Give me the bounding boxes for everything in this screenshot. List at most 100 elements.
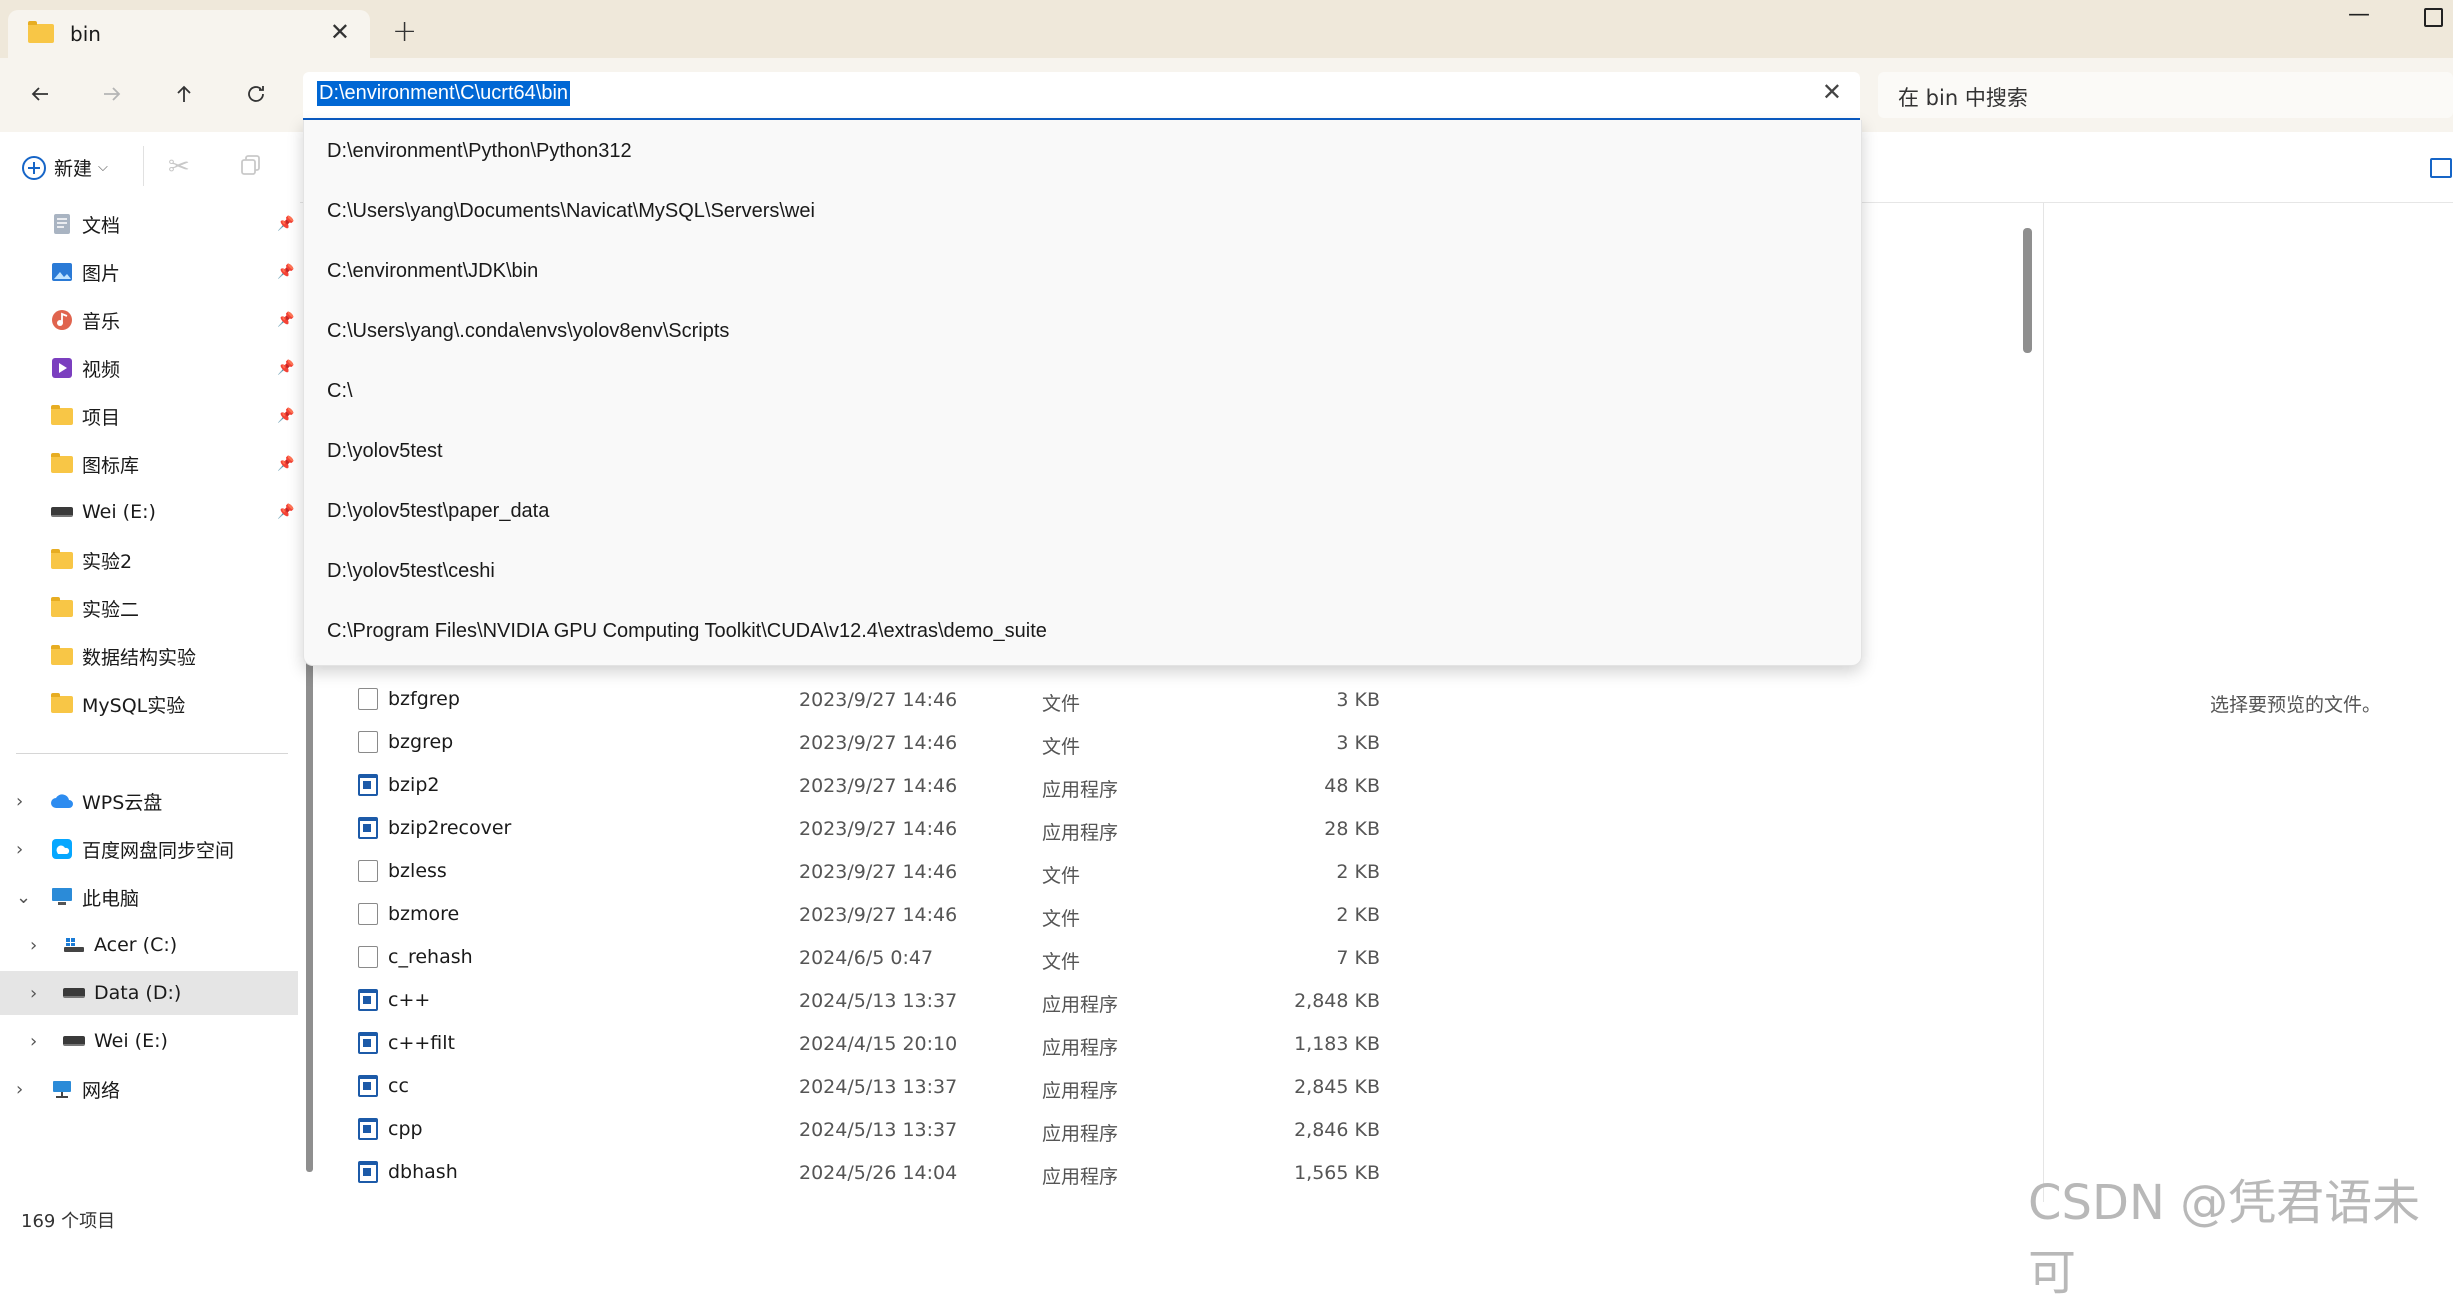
pin-icon[interactable]: 📌 xyxy=(277,312,294,328)
pin-icon[interactable]: 📌 xyxy=(277,456,294,472)
history-item[interactable]: D:\yolov5test\ceshi xyxy=(327,560,1827,600)
copy-icon[interactable] xyxy=(240,154,262,176)
sidebar-item-documents[interactable]: 文档 📌 xyxy=(0,202,300,246)
file-name: bzgrep xyxy=(388,731,454,753)
sidebar-item-projects[interactable]: 项目 📌 xyxy=(0,394,300,438)
folder-icon xyxy=(51,548,73,569)
file-name: bzip2 xyxy=(388,774,440,796)
videos-icon xyxy=(50,357,74,379)
history-item[interactable]: C:\Users\yang\Documents\Navicat\MySQL\Se… xyxy=(327,200,1827,240)
history-item[interactable]: C:\environment\JDK\bin xyxy=(327,260,1827,300)
address-input[interactable]: D:\environment\C\ucrt64\bin xyxy=(317,81,571,106)
file-row[interactable]: c_rehash 2024/6/5 0:47 文件 7 KB xyxy=(340,936,1380,979)
chevron-right-icon[interactable]: › xyxy=(16,1079,23,1100)
file-name: dbhash xyxy=(388,1161,458,1183)
file-row[interactable]: bzmore 2023/9/27 14:46 文件 2 KB xyxy=(340,893,1380,936)
file-row[interactable]: cpp 2024/5/13 13:37 应用程序 2,846 KB xyxy=(340,1108,1380,1151)
sidebar-item-wps-cloud[interactable]: › WPS云盘 xyxy=(0,779,300,823)
minimize-window-button[interactable]: — xyxy=(2348,2,2370,27)
sidebar-item-wei-e[interactable]: › Wei (E:) xyxy=(0,1019,300,1063)
sidebar-item-network[interactable]: › 网络 xyxy=(0,1067,300,1111)
sidebar-item-data-d[interactable]: › Data (D:) xyxy=(0,971,298,1015)
file-row[interactable]: bzfgrep 2023/9/27 14:46 文件 3 KB xyxy=(340,678,1380,721)
forward-button[interactable] xyxy=(90,72,134,116)
folder-icon xyxy=(51,596,73,617)
tab-bin[interactable]: bin ✕ xyxy=(8,10,370,58)
file-size: 1,183 KB xyxy=(1294,1033,1380,1055)
arrow-right-icon xyxy=(104,87,121,101)
maximize-window-button[interactable] xyxy=(2424,8,2443,27)
back-button[interactable] xyxy=(18,72,62,116)
sidebar-item-label: 百度网盘同步空间 xyxy=(82,839,235,862)
new-tab-button[interactable]: + xyxy=(392,14,417,49)
pin-icon[interactable]: 📌 xyxy=(277,360,294,376)
file-date: 2023/9/27 14:46 xyxy=(799,732,958,754)
sidebar-item-this-pc[interactable]: ⌄ 此电脑 xyxy=(0,875,300,919)
chevron-down-icon[interactable]: ⌄ xyxy=(16,887,31,908)
clear-address-icon[interactable]: ✕ xyxy=(1822,78,1842,106)
file-row[interactable]: c++filt 2024/4/15 20:10 应用程序 1,183 KB xyxy=(340,1022,1380,1065)
pin-icon[interactable]: 📌 xyxy=(277,408,294,424)
pin-icon[interactable]: 📌 xyxy=(277,264,294,280)
cut-icon[interactable]: ✂ xyxy=(168,152,190,182)
application-icon xyxy=(358,989,378,1011)
history-item[interactable]: C:\Users\yang\.conda\envs\yolov8env\Scri… xyxy=(327,320,1827,360)
application-icon xyxy=(358,1032,378,1054)
chevron-right-icon[interactable]: › xyxy=(30,935,37,956)
file-date: 2024/5/13 13:37 xyxy=(799,1119,958,1141)
file-size: 2,845 KB xyxy=(1294,1076,1380,1098)
sidebar-item-label: WPS云盘 xyxy=(82,791,163,814)
file-row[interactable]: bzgrep 2023/9/27 14:46 文件 3 KB xyxy=(340,721,1380,764)
history-item[interactable]: D:\yolov5test xyxy=(327,440,1827,480)
sidebar-item-experiment2[interactable]: 实验2 xyxy=(0,538,300,582)
sidebar-item-mysql-lab[interactable]: MySQL实验 xyxy=(0,682,300,726)
chevron-right-icon[interactable]: › xyxy=(16,791,23,812)
chevron-right-icon[interactable]: › xyxy=(30,1031,37,1052)
sidebar-item-pictures[interactable]: 图片 📌 xyxy=(0,250,300,294)
application-icon xyxy=(358,817,378,839)
application-icon xyxy=(358,774,378,796)
new-button-label: 新建 xyxy=(54,158,93,180)
pin-icon[interactable]: 📌 xyxy=(277,504,294,520)
file-row[interactable]: dbhash 2024/5/26 14:04 应用程序 1,565 KB xyxy=(340,1151,1380,1194)
history-item[interactable]: D:\yolov5test\paper_data xyxy=(327,500,1827,540)
file-row[interactable]: bzip2recover 2023/9/27 14:46 应用程序 28 KB xyxy=(340,807,1380,850)
drive-icon xyxy=(63,1036,85,1046)
file-row[interactable]: bzip2 2023/9/27 14:46 应用程序 48 KB xyxy=(340,764,1380,807)
sidebar-item-videos[interactable]: 视频 📌 xyxy=(0,346,300,390)
sidebar-item-experiment-two[interactable]: 实验二 xyxy=(0,586,300,630)
chevron-right-icon[interactable]: › xyxy=(16,839,23,860)
file-list-scrollbar[interactable] xyxy=(2023,228,2032,353)
search-box[interactable]: 在 bin 中搜索 xyxy=(1878,72,2453,118)
history-item[interactable]: C:\Program Files\NVIDIA GPU Computing To… xyxy=(327,620,1827,660)
refresh-button[interactable] xyxy=(234,72,278,116)
file-row[interactable]: bzless 2023/9/27 14:46 文件 2 KB xyxy=(340,850,1380,893)
new-button[interactable]: 新建 ⌵ xyxy=(22,154,108,181)
file-name: c++ xyxy=(388,989,431,1011)
pin-icon[interactable]: 📌 xyxy=(277,216,294,232)
sidebar-item-wei-e-pinned[interactable]: Wei (E:) 📌 xyxy=(0,490,300,534)
sidebar-item-music[interactable]: 音乐 📌 xyxy=(0,298,300,342)
sidebar-item-icon-library[interactable]: 图标库 📌 xyxy=(0,442,300,486)
sidebar-item-acer-c[interactable]: › Acer (C:) xyxy=(0,923,300,967)
history-item[interactable]: C:\ xyxy=(327,380,1827,420)
sidebar-item-label: Data (D:) xyxy=(94,982,182,1004)
sidebar-item-data-structures[interactable]: 数据结构实验 xyxy=(0,634,300,678)
file-size: 1,565 KB xyxy=(1294,1162,1380,1184)
sidebar-item-baidu-netdisk[interactable]: › 百度网盘同步空间 xyxy=(0,827,300,871)
sidebar-item-label: 视频 xyxy=(82,358,121,381)
up-button[interactable] xyxy=(162,72,206,116)
history-item[interactable]: D:\environment\Python\Python312 xyxy=(327,140,1827,180)
chevron-right-icon[interactable]: › xyxy=(30,983,37,1004)
address-bar[interactable]: D:\environment\C\ucrt64\bin ✕ xyxy=(303,72,1860,121)
file-row[interactable]: c++ 2024/5/13 13:37 应用程序 2,848 KB xyxy=(340,979,1380,1022)
details-pane-icon[interactable] xyxy=(2430,158,2452,178)
sidebar-item-label: 图标库 xyxy=(82,454,140,477)
sidebar-item-label: 音乐 xyxy=(82,310,121,333)
sidebar-item-label: 实验2 xyxy=(82,550,133,573)
this-pc-icon xyxy=(50,886,74,908)
file-row[interactable]: cc 2024/5/13 13:37 应用程序 2,845 KB xyxy=(340,1065,1380,1108)
file-type: 文件 xyxy=(1042,736,1081,758)
close-tab-icon[interactable]: ✕ xyxy=(330,18,350,46)
file-type: 应用程序 xyxy=(1042,1037,1119,1059)
